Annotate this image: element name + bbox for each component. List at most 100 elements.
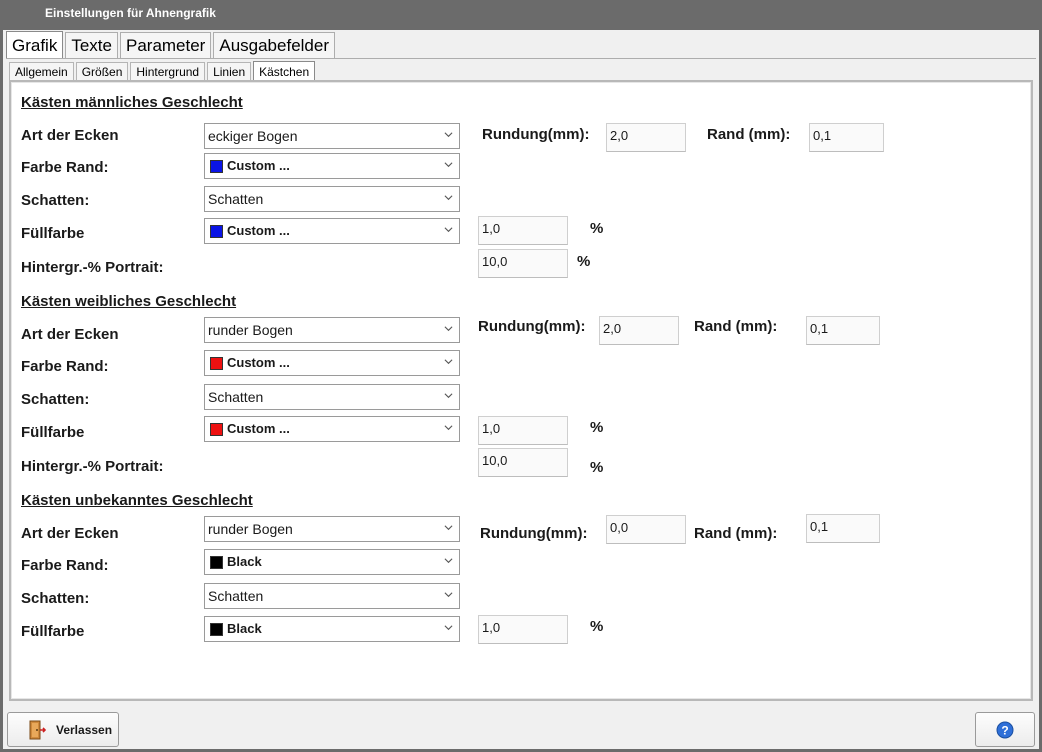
chevron-down-icon bbox=[444, 326, 453, 332]
female-bg-percent-input[interactable]: 10,0 bbox=[478, 448, 568, 477]
chevron-down-icon bbox=[444, 558, 453, 564]
unknown-border-color-value: Black bbox=[227, 554, 262, 569]
female-bg-portrait-label: Hintergr.-% Portrait: bbox=[21, 458, 164, 475]
male-fill-color-value: Custom ... bbox=[227, 223, 290, 238]
kaestchen-panel: Kästen männliches Geschlecht Art der Eck… bbox=[9, 80, 1033, 701]
tab-parameter[interactable]: Parameter bbox=[119, 32, 212, 58]
unknown-border-color-label: Farbe Rand: bbox=[21, 557, 109, 574]
unknown-border-color-swatch bbox=[210, 556, 223, 569]
subtab-linien[interactable]: Linien bbox=[207, 62, 252, 80]
male-fill-color-select[interactable]: Custom ... bbox=[204, 218, 460, 244]
male-shadow-select[interactable]: Schatten bbox=[204, 186, 460, 212]
female-shadow-value: Schatten bbox=[208, 389, 264, 405]
chevron-down-icon bbox=[444, 359, 453, 365]
male-corners-select[interactable]: eckiger Bogen bbox=[204, 123, 460, 149]
male-bg-percent-input[interactable]: 10,0 bbox=[478, 249, 568, 278]
female-rounding-label: Rundung(mm): bbox=[478, 318, 586, 335]
male-section-header: Kästen männliches Geschlecht bbox=[21, 94, 243, 111]
male-border-color-value: Custom ... bbox=[227, 158, 290, 173]
male-bg-percent-value: 10,0 bbox=[482, 254, 508, 269]
chevron-down-icon bbox=[444, 525, 453, 531]
male-border-color-swatch bbox=[210, 160, 223, 173]
female-border-color-value: Custom ... bbox=[227, 355, 290, 370]
chevron-down-icon bbox=[444, 393, 453, 399]
male-fill-color-swatch bbox=[210, 225, 223, 238]
female-border-mm-value: 0,1 bbox=[810, 321, 829, 336]
female-fill-percent-unit: % bbox=[590, 419, 604, 436]
unknown-fill-color-swatch bbox=[210, 623, 223, 636]
tab-grafik[interactable]: Grafik bbox=[6, 31, 64, 59]
chevron-down-icon bbox=[444, 132, 453, 138]
unknown-shadow-select[interactable]: Schatten bbox=[204, 583, 460, 609]
male-rounding-label: Rundung(mm): bbox=[482, 126, 590, 143]
subtab-hintergrund[interactable]: Hintergrund bbox=[130, 62, 206, 80]
male-fill-percent-input[interactable]: 1,0 bbox=[478, 216, 568, 245]
exit-button[interactable]: Verlassen bbox=[7, 712, 119, 747]
male-border-color-label: Farbe Rand: bbox=[21, 159, 109, 176]
subtab-groessen[interactable]: Größen bbox=[75, 62, 129, 80]
unknown-border-mm-label: Rand (mm): bbox=[694, 525, 778, 542]
unknown-rounding-input[interactable]: 0,0 bbox=[606, 515, 686, 544]
female-rounding-input[interactable]: 2,0 bbox=[599, 316, 679, 345]
unknown-rounding-label: Rundung(mm): bbox=[480, 525, 588, 542]
unknown-fill-color-select[interactable]: Black bbox=[204, 616, 460, 642]
chevron-down-icon bbox=[444, 425, 453, 431]
unknown-rounding-value: 0,0 bbox=[610, 520, 629, 535]
help-button[interactable]: ? bbox=[975, 712, 1035, 747]
unknown-fill-percent-value: 1,0 bbox=[482, 620, 501, 635]
female-fill-color-value: Custom ... bbox=[227, 421, 290, 436]
female-border-mm-label: Rand (mm): bbox=[694, 318, 778, 335]
sub-tab-strip: Allgemein Größen Hintergrund Linien Käst… bbox=[9, 61, 317, 81]
female-border-color-select[interactable]: Custom ... bbox=[204, 350, 460, 376]
female-border-color-swatch bbox=[210, 357, 223, 370]
female-border-color-label: Farbe Rand: bbox=[21, 358, 109, 375]
male-rounding-input[interactable]: 2,0 bbox=[606, 123, 686, 152]
male-border-mm-input[interactable]: 0,1 bbox=[809, 123, 884, 152]
male-shadow-label: Schatten: bbox=[21, 192, 90, 209]
chevron-down-icon bbox=[444, 162, 453, 168]
chevron-down-icon bbox=[444, 592, 453, 598]
male-shadow-value: Schatten bbox=[208, 191, 264, 207]
female-border-mm-input[interactable]: 0,1 bbox=[806, 316, 880, 345]
chevron-down-icon bbox=[444, 195, 453, 201]
title-bar: Einstellungen für Ahnengrafik bbox=[0, 0, 1042, 30]
female-corners-value: runder Bogen bbox=[208, 322, 293, 338]
main-tab-strip: Grafik Texte Parameter Ausgabefelder bbox=[6, 31, 337, 59]
unknown-border-color-select[interactable]: Black bbox=[204, 549, 460, 575]
male-corners-value: eckiger Bogen bbox=[208, 128, 298, 144]
female-rounding-value: 2,0 bbox=[603, 321, 622, 336]
female-corners-select[interactable]: runder Bogen bbox=[204, 317, 460, 343]
tab-texte[interactable]: Texte bbox=[65, 32, 118, 58]
settings-window: Grafik Texte Parameter Ausgabefelder All… bbox=[3, 30, 1039, 749]
female-fill-color-swatch bbox=[210, 423, 223, 436]
female-fill-color-select[interactable]: Custom ... bbox=[204, 416, 460, 442]
male-border-mm-label: Rand (mm): bbox=[707, 126, 791, 143]
unknown-shadow-value: Schatten bbox=[208, 588, 264, 604]
male-fill-percent-value: 1,0 bbox=[482, 221, 501, 236]
unknown-shadow-label: Schatten: bbox=[21, 590, 90, 607]
svg-text:?: ? bbox=[1001, 723, 1008, 737]
unknown-corners-label: Art der Ecken bbox=[21, 525, 119, 542]
female-shadow-select[interactable]: Schatten bbox=[204, 384, 460, 410]
unknown-fill-percent-unit: % bbox=[590, 618, 604, 635]
female-corners-label: Art der Ecken bbox=[21, 326, 119, 343]
unknown-fill-color-value: Black bbox=[227, 621, 262, 636]
exit-door-icon bbox=[29, 720, 46, 739]
unknown-corners-select[interactable]: runder Bogen bbox=[204, 516, 460, 542]
tab-ausgabefelder[interactable]: Ausgabefelder bbox=[213, 32, 335, 58]
subtab-kaestchen[interactable]: Kästchen bbox=[253, 61, 316, 81]
male-bg-percent-unit: % bbox=[577, 253, 591, 270]
window-title: Einstellungen für Ahnengrafik bbox=[45, 6, 216, 20]
male-fill-label: Füllfarbe bbox=[21, 225, 85, 242]
unknown-border-mm-input[interactable]: 0,1 bbox=[806, 514, 880, 543]
male-corners-label: Art der Ecken bbox=[21, 127, 119, 144]
female-fill-percent-input[interactable]: 1,0 bbox=[478, 416, 568, 445]
footer-bar: Verlassen ? bbox=[3, 705, 1039, 749]
exit-button-label: Verlassen bbox=[56, 722, 113, 737]
subtab-allgemein[interactable]: Allgemein bbox=[9, 62, 74, 80]
female-section-header: Kästen weibliches Geschlecht bbox=[21, 293, 237, 310]
unknown-fill-label: Füllfarbe bbox=[21, 623, 85, 640]
male-border-color-select[interactable]: Custom ... bbox=[204, 153, 460, 179]
unknown-fill-percent-input[interactable]: 1,0 bbox=[478, 615, 568, 644]
chevron-down-icon bbox=[444, 625, 453, 631]
